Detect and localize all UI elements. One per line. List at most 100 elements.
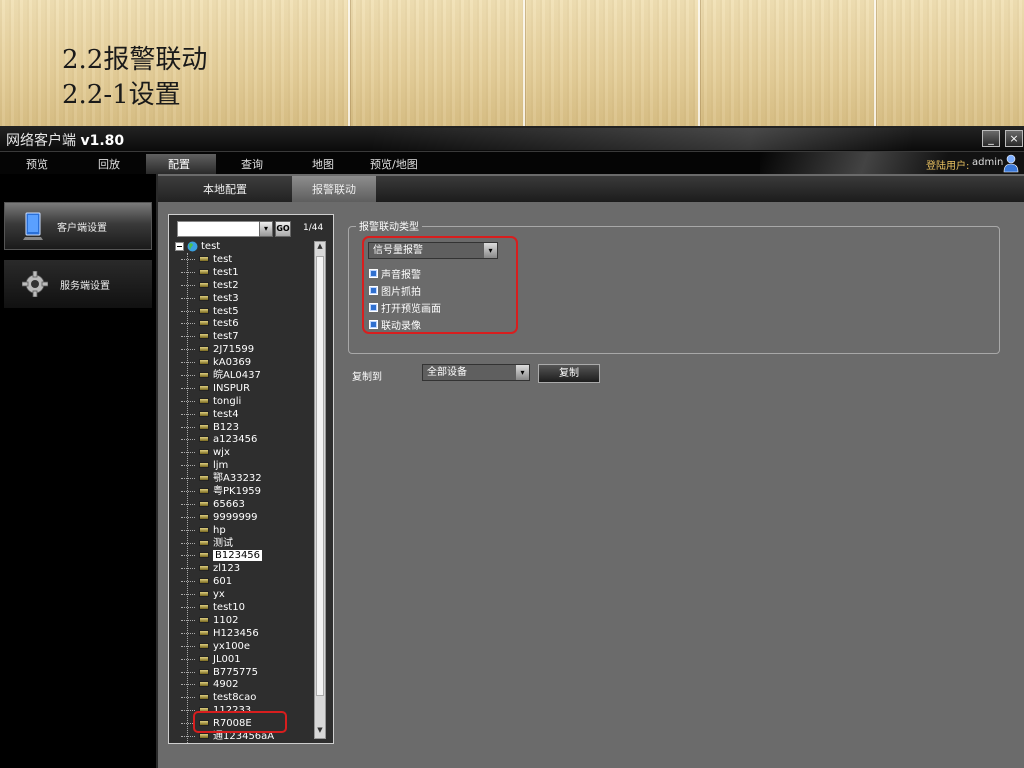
tree-item[interactable]: tongli [175, 395, 315, 408]
tree-guide [181, 375, 195, 377]
tab-local-config[interactable]: 本地配置 [158, 176, 292, 202]
device-icon [199, 346, 209, 353]
plank-divider [348, 0, 350, 126]
tree-guide [181, 323, 195, 325]
tree-guide [181, 735, 195, 737]
tree-item-label: zl123 [213, 563, 241, 575]
close-button[interactable]: × [1005, 130, 1023, 147]
tree-item[interactable]: 601 [175, 575, 315, 588]
tree-item[interactable]: test1 [175, 266, 315, 279]
menu-query[interactable]: 查询 [241, 156, 263, 172]
tree-item[interactable]: 4902 [175, 678, 315, 691]
tree-item[interactable]: 粤PK1959 [175, 485, 315, 498]
tree-item[interactable]: B123456 [175, 549, 315, 562]
tree-guide [181, 336, 195, 338]
tree-item[interactable]: yx [175, 588, 315, 601]
device-icon [199, 281, 209, 288]
tree-guide [181, 362, 195, 364]
tree-guide [181, 284, 195, 286]
tree-item[interactable]: test5 [175, 305, 315, 318]
tree-root[interactable]: test [175, 240, 315, 253]
alarm-options-highlight [362, 236, 518, 334]
alarm-linkage-legend: 报警联动类型 [356, 218, 422, 233]
collapse-icon[interactable] [175, 242, 184, 251]
tree-guide [181, 632, 195, 634]
minimize-button[interactable]: _ [982, 130, 1000, 147]
chevron-down-icon[interactable]: ▾ [516, 365, 529, 380]
tree-guide [181, 697, 195, 699]
device-icon [199, 384, 209, 391]
tree-guide [181, 271, 195, 273]
nav-client-settings[interactable]: 客户端设置 [4, 202, 152, 250]
copy-button[interactable]: 复制 [538, 364, 600, 383]
tree-item[interactable]: 65663 [175, 498, 315, 511]
tab-alarm-linkage[interactable]: 报警联动 [292, 176, 376, 202]
device-icon [199, 423, 209, 430]
menu-playback[interactable]: 回放 [98, 156, 120, 172]
tree-item[interactable]: test [175, 253, 315, 266]
tree-item[interactable]: 9999999 [175, 511, 315, 524]
tree-item[interactable]: test4 [175, 408, 315, 421]
nav-client-label: 客户端设置 [57, 222, 107, 234]
scroll-down-icon[interactable]: ▼ [315, 726, 325, 738]
device-icon [199, 526, 209, 533]
tree-item-label: test7 [213, 331, 239, 343]
device-icon [199, 488, 209, 495]
menu-config[interactable]: 配置 [146, 154, 216, 174]
tree-item[interactable]: 鄂A33232 [175, 472, 315, 485]
scroll-up-icon[interactable]: ▲ [315, 242, 325, 254]
tree-item[interactable]: zl123 [175, 562, 315, 575]
tree-item[interactable]: ljm [175, 459, 315, 472]
menu-preview[interactable]: 预览 [26, 156, 48, 172]
tree-item[interactable]: hp [175, 524, 315, 537]
tree-scrollbar[interactable]: ▲ ▼ [314, 241, 326, 739]
tree-item-label: ljm [213, 460, 229, 472]
tree-item-label: 2J71599 [213, 344, 255, 356]
device-icon [199, 397, 209, 404]
menu-map[interactable]: 地图 [312, 156, 334, 172]
tree-item[interactable]: B123 [175, 421, 315, 434]
tree-item[interactable]: test3 [175, 292, 315, 305]
selected-device-highlight [193, 711, 287, 733]
device-icon [199, 552, 209, 559]
scroll-thumb[interactable] [316, 256, 324, 696]
go-button[interactable]: GO [275, 221, 291, 237]
tree-guide [181, 710, 195, 712]
slide-header: 2.2报警联动 2.2-1设置 [0, 0, 1024, 126]
tree-item[interactable]: test10 [175, 601, 315, 614]
menu-preview-map[interactable]: 预览/地图 [370, 156, 418, 172]
tree-item-label: yx [213, 589, 225, 601]
tree-item[interactable]: B775775 [175, 666, 315, 679]
device-icon [199, 732, 209, 739]
tree-item-label: 1102 [213, 614, 239, 626]
title-bar-sheen [372, 128, 912, 150]
tree-item[interactable]: 2J71599 [175, 343, 315, 356]
monitor-icon [23, 212, 43, 240]
tree-search-input[interactable] [177, 221, 269, 237]
copy-target-select[interactable]: 全部设备 ▾ [422, 364, 530, 381]
tree-item[interactable]: 1102 [175, 614, 315, 627]
app-window: 网络客户端 v1.80 _ × 预览 回放 配置 查询 地图 预览/地图 登陆用… [0, 126, 1024, 768]
tree-item[interactable]: test7 [175, 330, 315, 343]
tree-item[interactable]: INSPUR [175, 382, 315, 395]
tree-item[interactable]: test6 [175, 317, 315, 330]
tree-item[interactable]: a123456 [175, 433, 315, 446]
tree-guide [181, 310, 195, 312]
tree-guide [181, 555, 195, 557]
tree-item[interactable]: kA0369 [175, 356, 315, 369]
tree-item[interactable]: 皖AL0437 [175, 369, 315, 382]
tree-guide [181, 452, 195, 454]
tree-item[interactable]: H123456 [175, 627, 315, 640]
device-icon [199, 694, 209, 701]
tree-item[interactable]: yx100e [175, 640, 315, 653]
tree-search-dropdown[interactable]: ▾ [259, 221, 273, 237]
tree-item[interactable]: 测试 [175, 537, 315, 550]
tree-item[interactable]: JL001 [175, 653, 315, 666]
device-icon [199, 372, 209, 379]
user-icon[interactable] [1002, 153, 1020, 173]
tree-item[interactable]: test2 [175, 279, 315, 292]
tree-item[interactable]: test8cao [175, 691, 315, 704]
nav-server-settings[interactable]: 服务端设置 [4, 260, 152, 308]
tree-item[interactable]: wjx [175, 446, 315, 459]
device-icon [199, 294, 209, 301]
